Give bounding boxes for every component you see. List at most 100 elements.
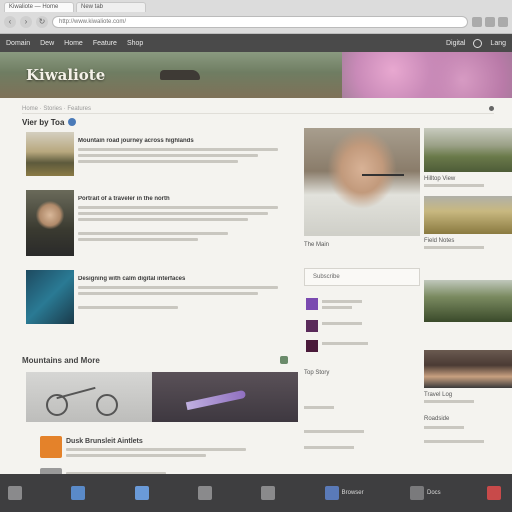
taskbar-item[interactable]: Docs (409, 486, 441, 500)
article-text (78, 292, 258, 295)
browser-icon (324, 486, 339, 500)
article-text (78, 232, 228, 235)
mid-row-text (322, 342, 368, 345)
taskbar-item[interactable]: Browser (324, 486, 364, 500)
bike-wheel (96, 394, 118, 416)
portrait-image[interactable] (304, 128, 420, 236)
hand-phone-image[interactable] (424, 350, 512, 388)
taskbar-label: Docs (426, 490, 441, 496)
bike-frame (56, 386, 96, 400)
left-column: Vier by Toa Mountain road journey across… (22, 116, 302, 490)
browser-tab[interactable]: New tab (76, 2, 146, 12)
mid-row-text (322, 322, 362, 325)
right-label[interactable]: Field Notes (424, 238, 454, 244)
sub-bar: Home · Stories · Features (22, 104, 494, 114)
nav-item-feature[interactable]: Feature (93, 40, 117, 47)
glasses-shape (362, 174, 404, 183)
thumbnail-icon (306, 340, 318, 352)
landscape-thumbnail[interactable] (424, 196, 512, 234)
url-bar[interactable]: http://www.kiwaliote.com/ (52, 16, 468, 28)
back-icon[interactable]: ‹ (4, 16, 16, 28)
landscape-thumbnail[interactable] (424, 128, 512, 172)
mid-label: Top Story (304, 370, 330, 376)
nav-item-dew[interactable]: Dew (40, 40, 54, 47)
app-icon (71, 486, 86, 500)
browser-tab-active[interactable]: Kiwaliote — Home (4, 2, 74, 12)
site-logo[interactable]: Kiwaliote (26, 66, 105, 84)
mid-text (304, 446, 354, 449)
right-text (424, 184, 484, 187)
knife-shape (185, 389, 247, 411)
reload-icon[interactable]: ↻ (36, 16, 48, 28)
mid-row[interactable] (304, 296, 420, 312)
document-icon (40, 436, 62, 458)
article-text (78, 306, 178, 309)
article-thumbnail[interactable] (26, 270, 74, 324)
article-title[interactable]: Portrait of a traveler in the north (78, 196, 278, 202)
breadcrumb: Home · Stories · Features (22, 105, 92, 112)
app-icon (8, 486, 22, 500)
feature-section-icon[interactable] (280, 356, 288, 364)
extension-icon[interactable] (485, 17, 495, 27)
taskbar-item[interactable] (134, 486, 152, 500)
mid-label: The Main (304, 242, 330, 248)
nav-item-shop[interactable]: Shop (127, 40, 143, 47)
article-title[interactable]: Designing with calm digital interfaces (78, 276, 278, 282)
bicycle-image[interactable] (26, 372, 152, 422)
article-text (78, 212, 268, 215)
taskbar-item[interactable] (197, 486, 215, 500)
list-item-title[interactable]: Dusk Brunsleit Aintlets (66, 438, 143, 445)
main-content: Home · Stories · Features Vier by Toa Mo… (0, 98, 512, 490)
feature-section-title: Mountains and More (22, 356, 100, 365)
nav-item-home[interactable]: Home (64, 40, 83, 47)
docs-icon (409, 486, 424, 500)
article-text (78, 218, 248, 221)
thumbnail-icon (306, 320, 318, 332)
article-text (78, 160, 238, 163)
subscribe-box[interactable]: Subscribe (304, 268, 420, 286)
article-thumbnail[interactable] (26, 132, 74, 176)
list-item[interactable]: Dusk Brunsleit Aintlets (36, 434, 298, 460)
site-nav: Domain Dew Home Feature Shop Digital Lan… (0, 34, 512, 52)
search-icon[interactable] (473, 38, 483, 48)
taskbar-item[interactable] (71, 486, 88, 500)
right-text (424, 426, 464, 429)
article-text (78, 154, 258, 157)
hero-banner: Kiwaliote (0, 52, 512, 98)
right-text (424, 440, 484, 443)
article-text (78, 148, 278, 151)
article-thumbnail[interactable] (26, 190, 74, 256)
taskbar-item[interactable] (486, 486, 504, 500)
article-card[interactable]: Mountain road journey across highlands (22, 128, 302, 186)
article-card[interactable]: Designing with calm digital interfaces (22, 266, 302, 324)
app-icon (261, 486, 276, 500)
browser-chrome: Kiwaliote — Home New tab ‹ › ↻ http://ww… (0, 0, 512, 34)
article-text (78, 286, 278, 289)
browser-toolbar (472, 17, 508, 27)
mid-row-text (322, 300, 362, 303)
forward-icon[interactable]: › (20, 16, 32, 28)
section-header: Vier by Toa (22, 116, 302, 128)
right-label[interactable]: Hilltop View (424, 176, 455, 182)
nav-item-domain[interactable]: Domain (6, 40, 30, 47)
taskbar-item[interactable] (8, 486, 25, 500)
list-item-text (66, 448, 246, 451)
right-label[interactable]: Travel Log (424, 392, 452, 398)
article-card[interactable]: Portrait of a traveler in the north (22, 186, 302, 256)
nav-item-lang[interactable]: Lang (490, 40, 506, 47)
nav-item-digital[interactable]: Digital (446, 40, 465, 47)
options-icon[interactable] (489, 106, 494, 111)
hero-car-image (160, 70, 200, 80)
mid-row[interactable] (304, 318, 420, 334)
mid-row[interactable] (304, 338, 420, 354)
mid-text (304, 430, 364, 433)
article-title[interactable]: Mountain road journey across highlands (78, 138, 278, 144)
right-text (424, 400, 474, 403)
taskbar-item[interactable] (261, 486, 278, 500)
bookmark-icon[interactable] (472, 17, 482, 27)
right-label[interactable]: Roadside (424, 416, 449, 422)
knife-image[interactable] (152, 372, 298, 422)
menu-icon[interactable] (498, 17, 508, 27)
article-text (78, 238, 198, 241)
landscape-thumbnail[interactable] (424, 280, 512, 322)
